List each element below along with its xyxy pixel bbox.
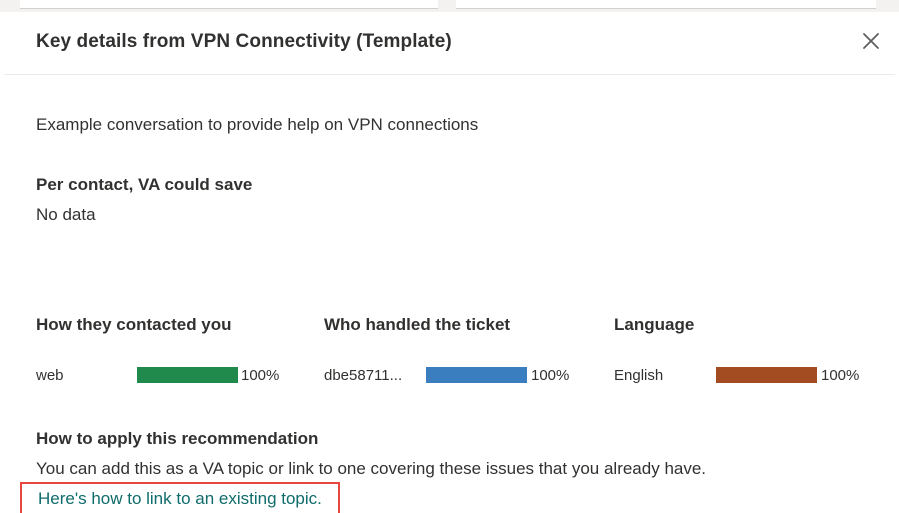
contact-channel-percent: 100%	[241, 367, 280, 384]
close-icon	[862, 32, 880, 50]
ticket-handler-bar	[426, 367, 527, 383]
background-card-left	[20, 0, 438, 9]
topic-description: Example conversation to provide help on …	[36, 115, 479, 134]
language-item: English	[614, 367, 664, 384]
background-card-right	[456, 0, 876, 9]
dialog-header: Key details from VPN Connectivity (Templ…	[4, 12, 895, 75]
close-button[interactable]	[859, 29, 883, 53]
dialog-title: Key details from VPN Connectivity (Templ…	[36, 31, 452, 52]
ticket-handler-heading: Who handled the ticket	[324, 315, 511, 334]
recommendation-body: You can add this as a VA topic or link t…	[36, 459, 707, 478]
contact-channel-item: web	[36, 367, 64, 384]
savings-value: No data	[36, 205, 96, 224]
language-bar	[716, 367, 817, 383]
contact-channel-heading: How they contacted you	[36, 315, 232, 334]
language-percent: 100%	[821, 367, 860, 384]
ticket-handler-percent: 100%	[531, 367, 570, 384]
contact-channel-bar	[137, 367, 238, 383]
ticket-handler-item: dbe58711...	[324, 367, 403, 384]
recommendation-heading: How to apply this recommendation	[36, 429, 319, 448]
background-content-strip	[0, 0, 899, 12]
language-heading: Language	[614, 315, 695, 334]
key-details-panel: Key details from VPN Connectivity (Templ…	[0, 0, 899, 513]
link-existing-topic[interactable]: Here's how to link to an existing topic.	[20, 482, 340, 513]
savings-label: Per contact, VA could save	[36, 175, 253, 194]
